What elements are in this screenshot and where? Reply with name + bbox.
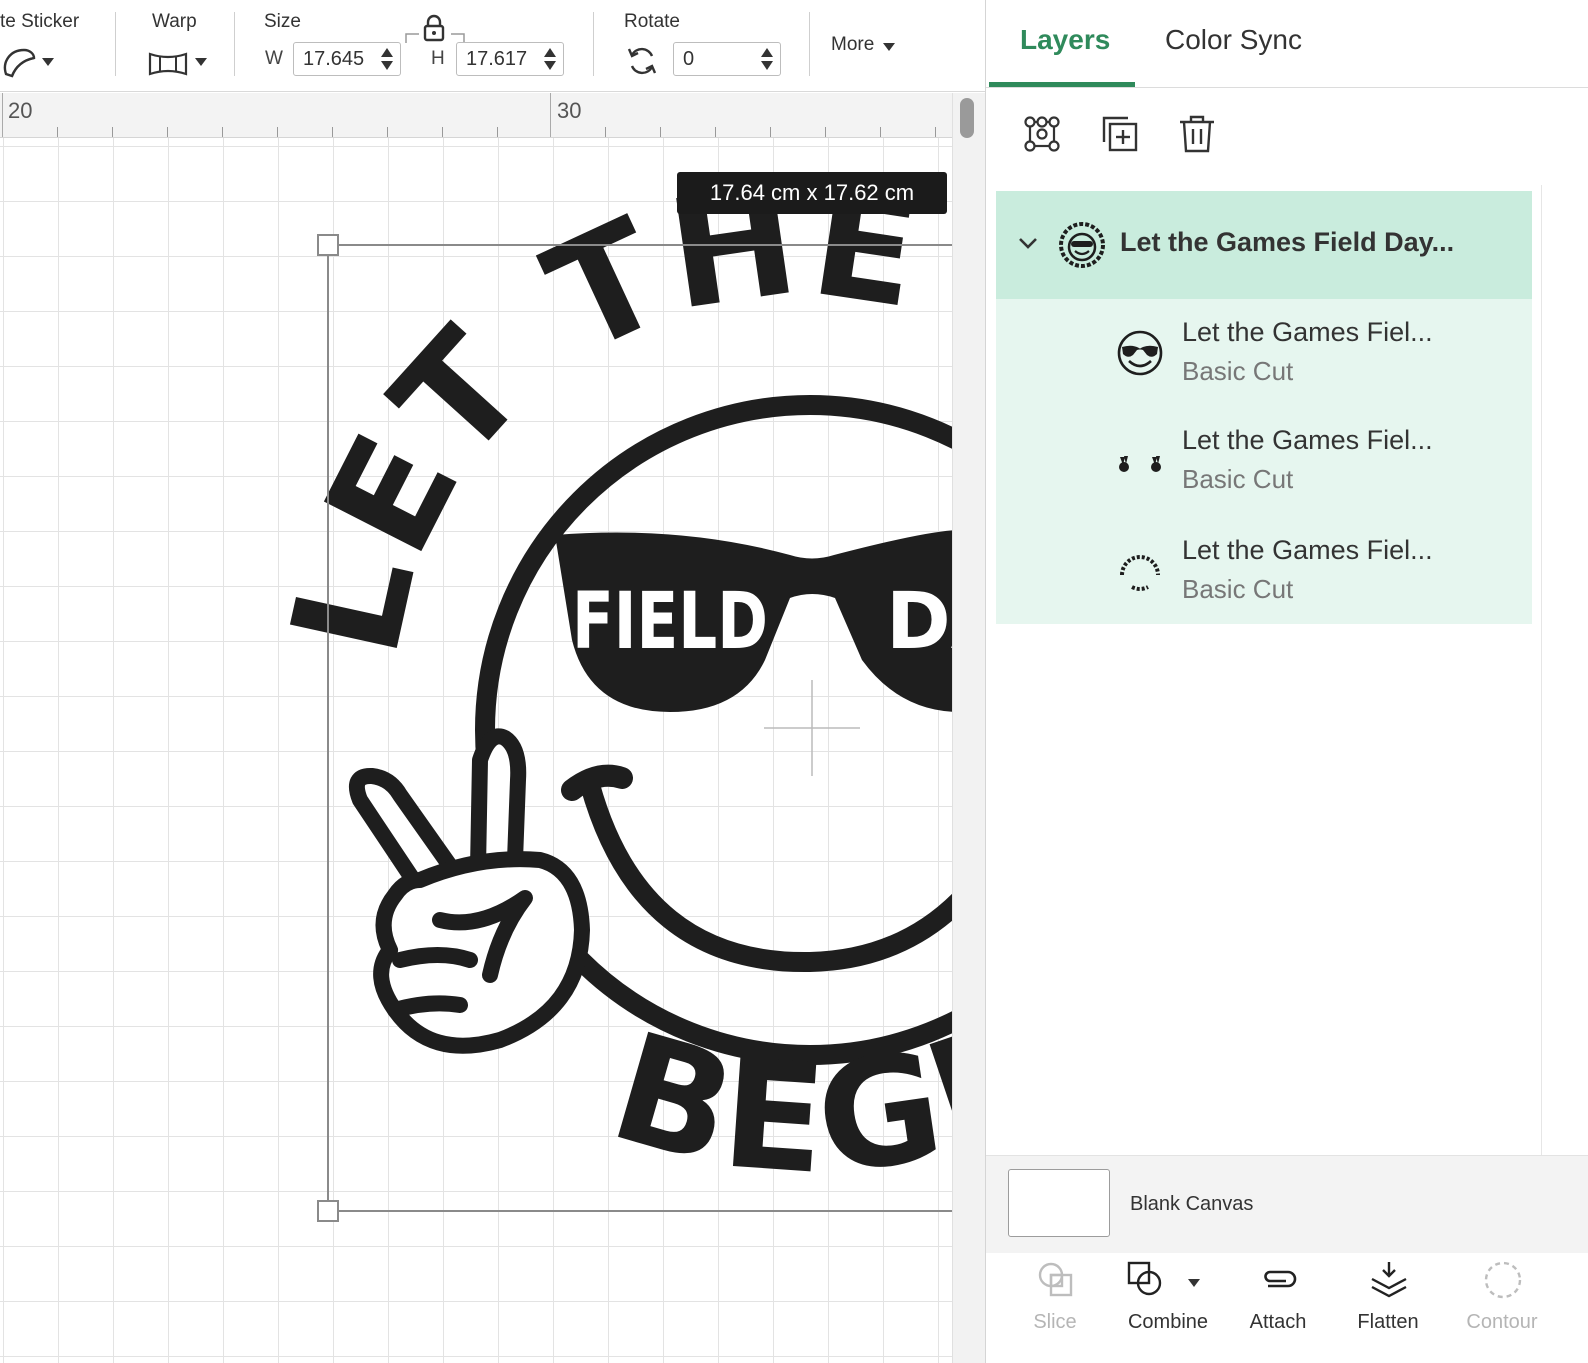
sticker-dropdown[interactable] [0,44,60,80]
slice-label: Slice [1033,1311,1077,1333]
attach-icon [1264,1270,1297,1288]
flatten-label: Flatten [1357,1311,1419,1333]
glasses-left-text: FIELD [572,577,768,667]
smiley-mouth [580,775,952,973]
design-artwork[interactable]: FIELD DA LET THE G BEGI [0,93,952,1363]
group-icon[interactable] [1020,112,1064,156]
contour-button[interactable]: Contour [1447,1253,1557,1363]
arc-text-icon [1120,555,1160,591]
layer-actions-bar: Slice Combine Attach Flatten Contour [986,1253,1588,1363]
glasses-right-text: DA [886,577,952,667]
chevron-down-icon [42,58,54,66]
height-field[interactable]: 17.617 [456,42,564,76]
canvas-color-swatch[interactable] [1008,1169,1110,1237]
layer-group-row[interactable]: Let the Games Field Day... [996,191,1532,299]
warp-label: Warp [152,11,197,32]
size-label: Size [264,11,301,32]
toolbar-divider [809,12,810,76]
height-stepper[interactable] [543,46,557,72]
duplicate-icon[interactable] [1098,112,1142,156]
group-name: Let the Games Field Day... [1120,227,1455,257]
canvas-vertical-scrollbar[interactable] [952,93,985,1363]
blank-canvas-row[interactable]: Blank Canvas [986,1155,1588,1253]
width-field[interactable]: 17.645 [293,42,401,76]
arc-bottom-text-path: BEGI [595,1000,952,1209]
combine-label: Combine [1127,1311,1209,1333]
rotate-label: Rotate [624,11,680,32]
layer-item[interactable]: Let the Games Fiel... Basic Cut [996,407,1532,515]
peace-hands-icon [1119,456,1161,472]
warp-icon [148,52,188,76]
layer-name: Let the Games Fiel... [1182,535,1433,565]
layer-group-children: Let the Games Fiel... Basic Cut Let the … [996,299,1532,624]
attach-label: Attach [1249,1311,1307,1333]
contour-icon [1484,1261,1522,1299]
blank-canvas-label: Blank Canvas [1130,1193,1254,1215]
field-day-design[interactable]: FIELD DA LET THE G BEGI [0,93,952,1363]
attach-button[interactable]: Attach [1223,1253,1333,1363]
layers-panel: Layers Color Sync Let the Games Field Da… [985,0,1588,1363]
tab-color-sync[interactable]: Color Sync [1165,24,1302,56]
rotate-stepper[interactable] [760,46,774,72]
layer-name: Let the Games Fiel... [1182,317,1433,347]
panel-scrollbar[interactable] [1541,185,1588,1155]
toolbar-divider [234,12,235,76]
combine-icon [1127,1261,1162,1296]
warp-dropdown[interactable] [147,48,211,80]
chevron-down-icon [1188,1279,1200,1287]
scrollbar-thumb[interactable] [960,98,974,138]
arc-bottom-text: BEGI [595,1000,952,1209]
chevron-down-icon[interactable] [1017,236,1039,250]
sticker-icon [3,48,36,78]
sticker-label: te Sticker [0,11,80,32]
width-stepper[interactable] [380,46,394,72]
slice-button[interactable]: Slice [1000,1253,1110,1363]
toolbar-divider [115,12,116,76]
toolbar-divider [593,12,594,76]
peace-hand [349,728,590,1054]
width-value: 17.645 [303,48,365,70]
flatten-button[interactable]: Flatten [1333,1253,1443,1363]
contour-label: Contour [1466,1311,1538,1333]
group-thumbnail-icon [1059,222,1105,268]
flatten-icon [1371,1262,1407,1298]
rotate-field[interactable]: 0 [673,42,781,76]
layer-list: Let the Games Field Day... Let the Games… [986,185,1541,1155]
combine-button[interactable]: Combine [1113,1253,1223,1363]
top-toolbar: te Sticker Warp Size W 17.645 H 17.617 R… [0,0,985,92]
layer-type: Basic Cut [1182,464,1294,494]
layer-item[interactable]: Let the Games Fiel... Basic Cut [996,299,1532,407]
height-label: H [431,48,445,69]
more-dropdown[interactable]: More [831,34,911,60]
layer-type: Basic Cut [1182,356,1294,386]
chevron-down-icon [195,58,207,66]
size-tooltip: 17.64 cm x 17.62 cm [677,172,947,214]
smiley-sunglasses-icon [1117,330,1163,376]
height-value: 17.617 [466,48,528,70]
delete-icon[interactable] [1175,112,1219,156]
layer-name: Let the Games Fiel... [1182,425,1433,455]
resize-handle-top-left[interactable] [317,234,339,256]
rotate-value: 0 [683,48,695,70]
rotate-icon[interactable] [625,44,659,78]
layer-type: Basic Cut [1182,574,1294,604]
more-label: More [831,34,875,55]
slice-icon [1038,1262,1073,1297]
tab-layers[interactable]: Layers [1020,24,1110,56]
width-label: W [265,48,283,69]
resize-handle-bottom-left[interactable] [317,1200,339,1222]
layer-item[interactable]: Let the Games Fiel... Basic Cut [996,517,1532,625]
chevron-down-icon [883,43,895,51]
